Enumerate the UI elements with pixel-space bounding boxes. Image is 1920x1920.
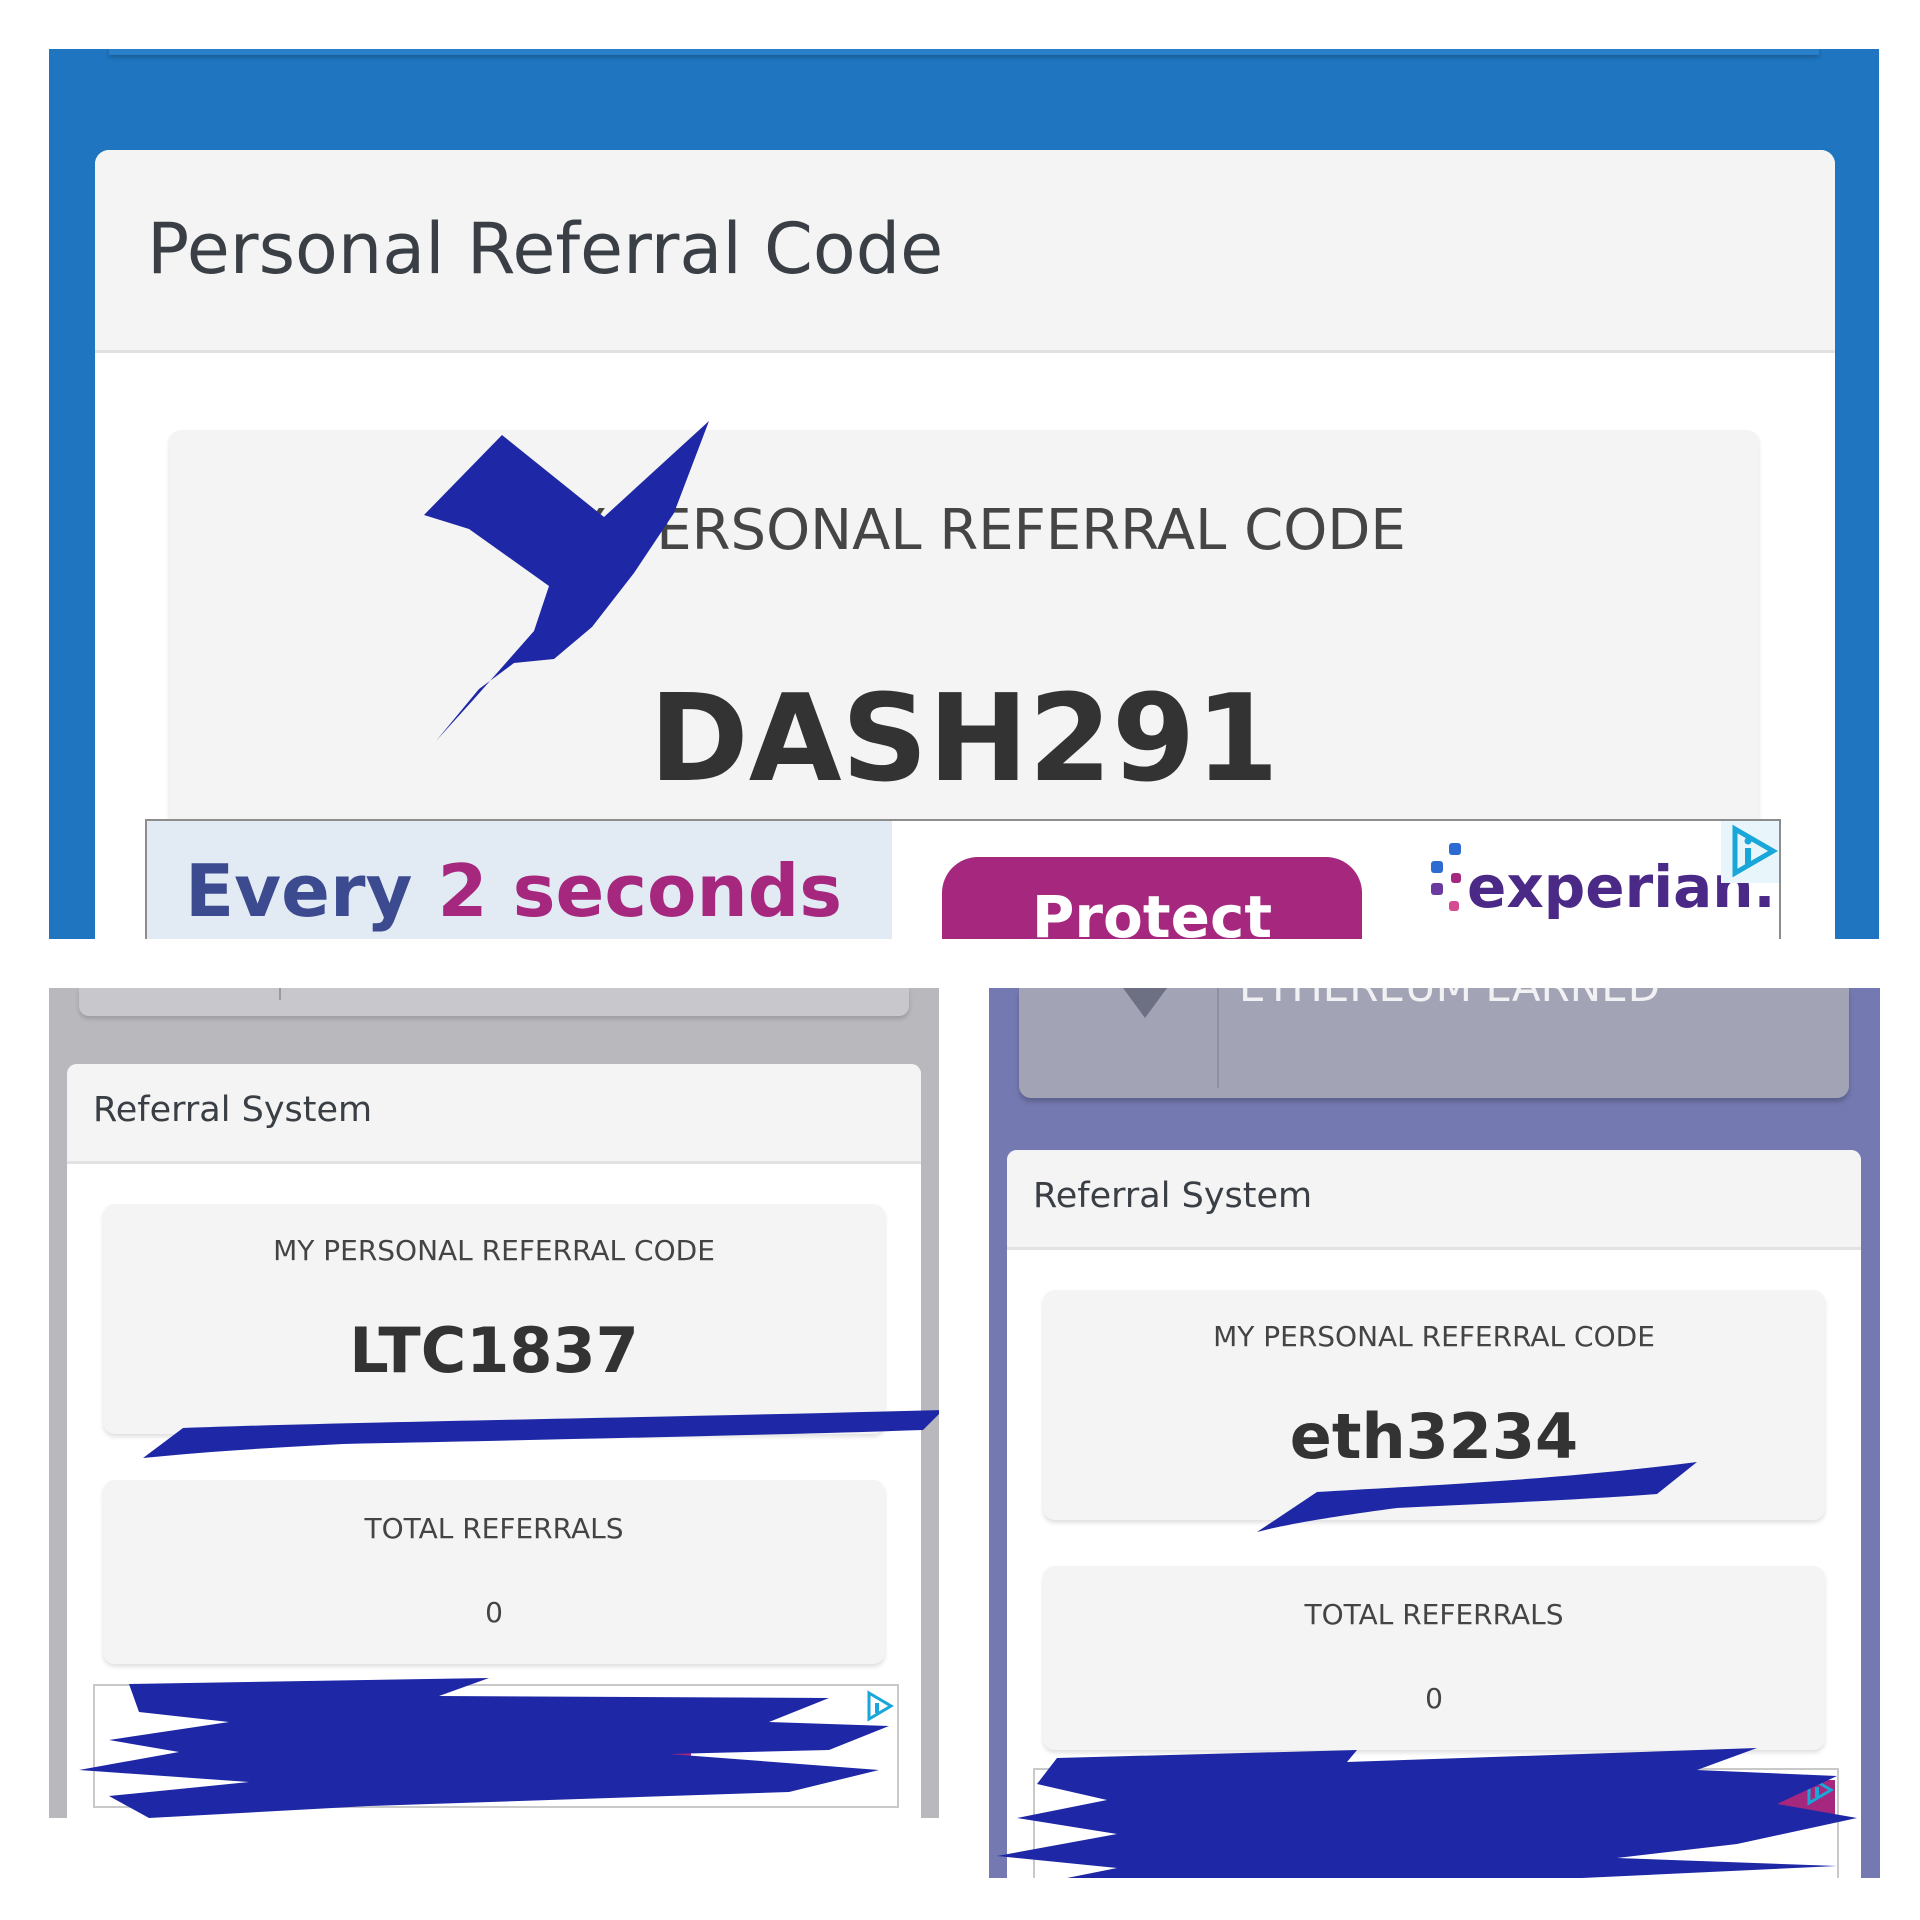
previous-card-strip bbox=[79, 988, 909, 1016]
referral-code-label: MY PERSONAL REFERRAL CODE bbox=[273, 1234, 715, 1267]
referral-system-card: Referral System MY PERSONAL REFERRAL COD… bbox=[1007, 1150, 1861, 1878]
total-referrals-count: 0 bbox=[1425, 1682, 1443, 1715]
card-header: Personal Referral Code bbox=[95, 150, 1835, 353]
total-referrals-count: 0 bbox=[485, 1596, 503, 1629]
card-header: Referral System bbox=[1007, 1150, 1861, 1250]
ad-headline-part1: Every bbox=[185, 849, 413, 933]
referral-system-card: Referral System MY PERSONAL REFERRAL COD… bbox=[67, 1064, 921, 1818]
ad-protect-button[interactable]: Protect bbox=[942, 857, 1362, 939]
advertisement-banner[interactable] bbox=[93, 1684, 899, 1808]
top-strip-divider bbox=[109, 49, 1819, 55]
referral-code-box: MY PERSONAL REFERRAL CODE LTC1837 bbox=[103, 1204, 885, 1434]
referral-code-label: MY PERSONAL REFERRAL CODE bbox=[1213, 1320, 1655, 1353]
ethereum-earned-label: ETHEREUM EARNED bbox=[1239, 988, 1660, 1011]
advertisement-banner[interactable]: Every 2 seconds Protect experian. bbox=[145, 819, 1781, 939]
card-title: Referral System bbox=[93, 1090, 373, 1130]
advertisement-banner[interactable] bbox=[1033, 1768, 1839, 1878]
adchoices-icon[interactable] bbox=[1801, 1772, 1837, 1808]
page-title: Personal Referral Code bbox=[147, 208, 944, 290]
referral-code-value[interactable]: LTC1837 bbox=[103, 1314, 885, 1387]
referral-code-box: MY PERSONAL REFERRAL CODE DASH291 bbox=[169, 430, 1759, 870]
ad-accent-block bbox=[1565, 1780, 1835, 1820]
card-header: Referral System bbox=[67, 1064, 921, 1164]
ethereum-earned-card: ETHEREUM EARNED bbox=[1019, 988, 1849, 1098]
bottom-right-screenshot-panel: ETHEREUM EARNED Referral System MY PERSO… bbox=[989, 988, 1880, 1878]
card-divider bbox=[1217, 988, 1219, 1088]
adchoices-icon[interactable] bbox=[1721, 821, 1779, 883]
referral-code-label: MY PERSONAL REFERRAL CODE bbox=[522, 498, 1406, 563]
referral-code-value[interactable]: eth3234 bbox=[1043, 1400, 1825, 1473]
card-title: Referral System bbox=[1033, 1176, 1313, 1216]
referral-code-box: MY PERSONAL REFERRAL CODE eth3234 bbox=[1043, 1290, 1825, 1520]
ad-accent-block bbox=[491, 1716, 691, 1762]
adchoices-icon[interactable] bbox=[861, 1688, 897, 1724]
total-referrals-box: TOTAL REFERRALS 0 bbox=[103, 1480, 885, 1664]
bottom-left-screenshot-panel: Referral System MY PERSONAL REFERRAL COD… bbox=[49, 988, 939, 1818]
chevron-down-icon bbox=[1123, 988, 1167, 1018]
total-referrals-label: TOTAL REFERRALS bbox=[1304, 1598, 1564, 1631]
ad-headline-part2: 2 seconds bbox=[437, 849, 843, 933]
referral-code-value[interactable]: DASH291 bbox=[169, 670, 1759, 809]
top-screenshot-panel: Personal Referral Code MY PERSONAL REFER… bbox=[49, 49, 1879, 939]
experian-logo bbox=[1423, 839, 1463, 939]
strip-divider-line bbox=[279, 988, 281, 1000]
total-referrals-box: TOTAL REFERRALS 0 bbox=[1043, 1566, 1825, 1750]
total-referrals-label: TOTAL REFERRALS bbox=[364, 1512, 624, 1545]
ad-headline: Every 2 seconds bbox=[185, 849, 842, 933]
